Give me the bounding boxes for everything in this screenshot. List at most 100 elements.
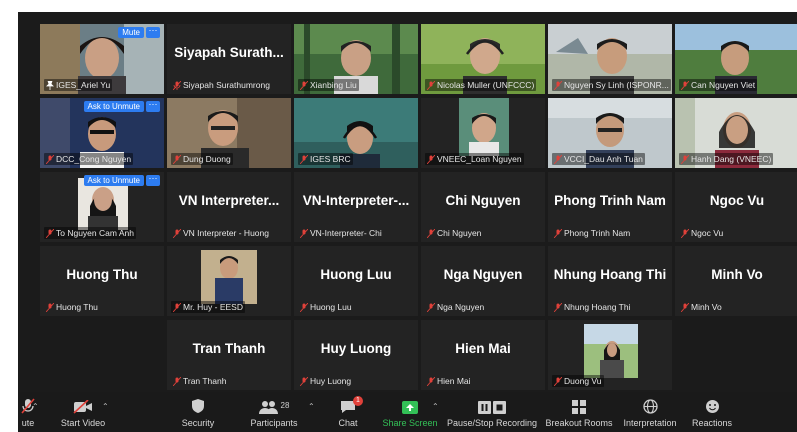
participant-tile[interactable]: VN-Interpreter-... VN-Interpreter- Chi — [294, 172, 418, 242]
mic-muted-icon — [554, 80, 562, 90]
participant-name: VN-Interpreter- Chi — [310, 228, 382, 238]
participant-label: Xianbing Liu — [298, 79, 359, 91]
participant-label: VN Interpreter - Huong — [171, 227, 271, 239]
participant-name-large: Tran Thanh — [192, 340, 266, 356]
participant-tile[interactable]: VN Interpreter... VN Interpreter - Huong — [167, 172, 291, 242]
participant-name-large: Nga Nguyen — [443, 266, 523, 282]
share-screen-button[interactable]: Share Screen — [382, 392, 438, 432]
participant-label: Huy Luong — [298, 375, 353, 387]
mic-muted-icon — [46, 154, 54, 164]
mic-muted-icon — [300, 302, 308, 312]
mic-muted-icon — [554, 302, 562, 312]
share-options-icon[interactable]: ⌃ — [432, 402, 439, 411]
participant-tile[interactable]: Nicolas Muller (UNFCCC) — [421, 24, 545, 94]
mic-muted-icon — [173, 376, 181, 386]
more-options-icon[interactable]: ··· — [146, 100, 160, 112]
more-options-icon[interactable]: ··· — [146, 26, 160, 38]
participant-label: Ngoc Vu — [679, 227, 725, 239]
reactions-button[interactable]: Reactions — [682, 392, 742, 432]
participant-tile[interactable]: Nhung Hoang Thi Nhung Hoang Thi — [548, 246, 672, 316]
emoji-icon — [705, 400, 719, 413]
participant-label: VNEEC_Loan Nguyen — [425, 153, 524, 165]
ask-to-unmute-button[interactable]: Ask to Unmute — [83, 101, 144, 112]
participant-name: Chi Nguyen — [437, 228, 482, 238]
participant-tile[interactable]: Huy Luong Huy Luong — [294, 320, 418, 390]
participant-name: Phong Trinh Nam — [564, 228, 631, 238]
participant-name: Ngoc Vu — [691, 228, 724, 238]
participant-tile[interactable]: Chi Nguyen Chi Nguyen — [421, 172, 545, 242]
interpretation-button[interactable]: Interpretation — [618, 392, 682, 432]
chat-label: Chat — [338, 418, 358, 428]
participant-label: Duong Vu — [552, 375, 604, 387]
mic-muted-icon — [173, 302, 181, 312]
participant-tile[interactable]: Siyapah Surath... Siyapah Surathumrong — [167, 24, 291, 94]
participants-options-icon[interactable]: ⌃ — [308, 402, 315, 411]
participant-label: DCC_Cong Nguyen — [44, 153, 134, 165]
participant-tile[interactable]: Huong Thu Huong Thu — [40, 246, 164, 316]
participant-tile[interactable]: Ask to Unmute ··· To Nguyen Cam Anh — [40, 172, 164, 242]
unmute-button[interactable]: ute — [16, 392, 40, 432]
breakout-rooms-label: Breakout Rooms — [545, 418, 613, 428]
unmute-options-icon[interactable]: ⌃ — [32, 402, 39, 411]
participant-tile[interactable]: Xianbing Liu — [294, 24, 418, 94]
mic-muted-icon — [300, 80, 308, 90]
participant-label: Huong Luu — [298, 301, 354, 313]
participant-label: Siyapah Surathumrong — [171, 79, 272, 91]
mic-muted-icon — [681, 154, 689, 164]
participant-tile[interactable]: Dung Duong — [167, 98, 291, 168]
participant-name: Huy Luong — [310, 376, 352, 386]
participant-label: Nicolas Muller (UNFCCC) — [425, 79, 537, 91]
video-options-icon[interactable]: ⌃ — [102, 402, 109, 411]
participant-tile[interactable]: Minh Vo Minh Vo — [675, 246, 797, 316]
ask-to-unmute-button[interactable]: Ask to Unmute — [83, 175, 144, 186]
more-options-icon[interactable]: ··· — [146, 174, 160, 186]
participant-tile[interactable]: Ngoc Vu Ngoc Vu — [675, 172, 797, 242]
participant-tile[interactable]: IGES BRC — [294, 98, 418, 168]
participant-tile[interactable]: Duong Vu — [548, 320, 672, 390]
participants-button[interactable]: 28 Participants — [246, 392, 302, 432]
participant-label: Tran Thanh — [171, 375, 228, 387]
participant-name: Mr. Huy - EESD — [183, 302, 243, 312]
participant-tile[interactable]: Huong Luu Huong Luu — [294, 246, 418, 316]
left-margin — [0, 0, 18, 432]
participant-tile[interactable]: Mr. Huy - EESD — [167, 246, 291, 316]
participant-name-large: Siyapah Surath... — [174, 44, 284, 60]
participant-tile[interactable]: Can Nguyen Viet — [675, 24, 797, 94]
mic-muted-icon — [173, 80, 181, 90]
participant-name-large: Huong Thu — [66, 266, 138, 282]
participant-tile[interactable]: VNEEC_Loan Nguyen — [421, 98, 545, 168]
participant-tile[interactable]: Nga Nguyen Nga Nguyen — [421, 246, 545, 316]
participant-tile[interactable]: VCCI_Dau Anh Tuan — [548, 98, 672, 168]
participant-label: Dung Duong — [171, 153, 233, 165]
participant-tile[interactable]: Hien Mai Hien Mai — [421, 320, 545, 390]
participant-tile[interactable]: Hanh Dang (VNEEC) — [675, 98, 797, 168]
participant-name-large: Chi Nguyen — [445, 192, 521, 208]
participant-tile[interactable]: Ask to Unmute ··· DCC_Cong Nguyen — [40, 98, 164, 168]
participant-name: Minh Vo — [691, 302, 722, 312]
mic-muted-icon — [300, 154, 308, 164]
participant-label: VN-Interpreter- Chi — [298, 227, 384, 239]
participant-name: VCCI_Dau Anh Tuan — [564, 154, 643, 164]
participants-icon — [258, 401, 278, 414]
participant-name: IGES_Ariel Yu — [56, 80, 111, 90]
recording-button[interactable]: Pause/Stop Recording — [446, 392, 538, 432]
chat-button[interactable]: 1 Chat — [328, 392, 368, 432]
mic-muted-icon — [300, 228, 308, 238]
breakout-rooms-button[interactable]: Breakout Rooms — [544, 392, 614, 432]
start-video-button[interactable]: Start Video — [48, 392, 118, 432]
participant-tile[interactable]: Phong Trinh Nam Phong Trinh Nam — [548, 172, 672, 242]
participant-tile[interactable]: Nguyen Sy Linh (ISPONR... — [548, 24, 672, 94]
share-screen-icon — [402, 401, 418, 414]
participant-label: Hien Mai — [425, 375, 473, 387]
participant-name: Hien Mai — [437, 376, 471, 386]
participant-tile[interactable]: Tran Thanh Tran Thanh — [167, 320, 291, 390]
participant-name-large: VN-Interpreter-... — [302, 192, 410, 208]
participant-tile[interactable]: Mute ··· IGES_Ariel Yu — [40, 24, 164, 94]
start-video-label: Start Video — [60, 418, 106, 428]
participant-label: Huong Thu — [44, 301, 100, 313]
participant-label: Hanh Dang (VNEEC) — [679, 153, 774, 165]
mute-badge[interactable]: Mute — [118, 27, 144, 38]
security-button[interactable]: Security — [170, 392, 226, 432]
participant-label: Nguyen Sy Linh (ISPONR... — [552, 79, 671, 91]
mic-muted-icon — [427, 376, 435, 386]
